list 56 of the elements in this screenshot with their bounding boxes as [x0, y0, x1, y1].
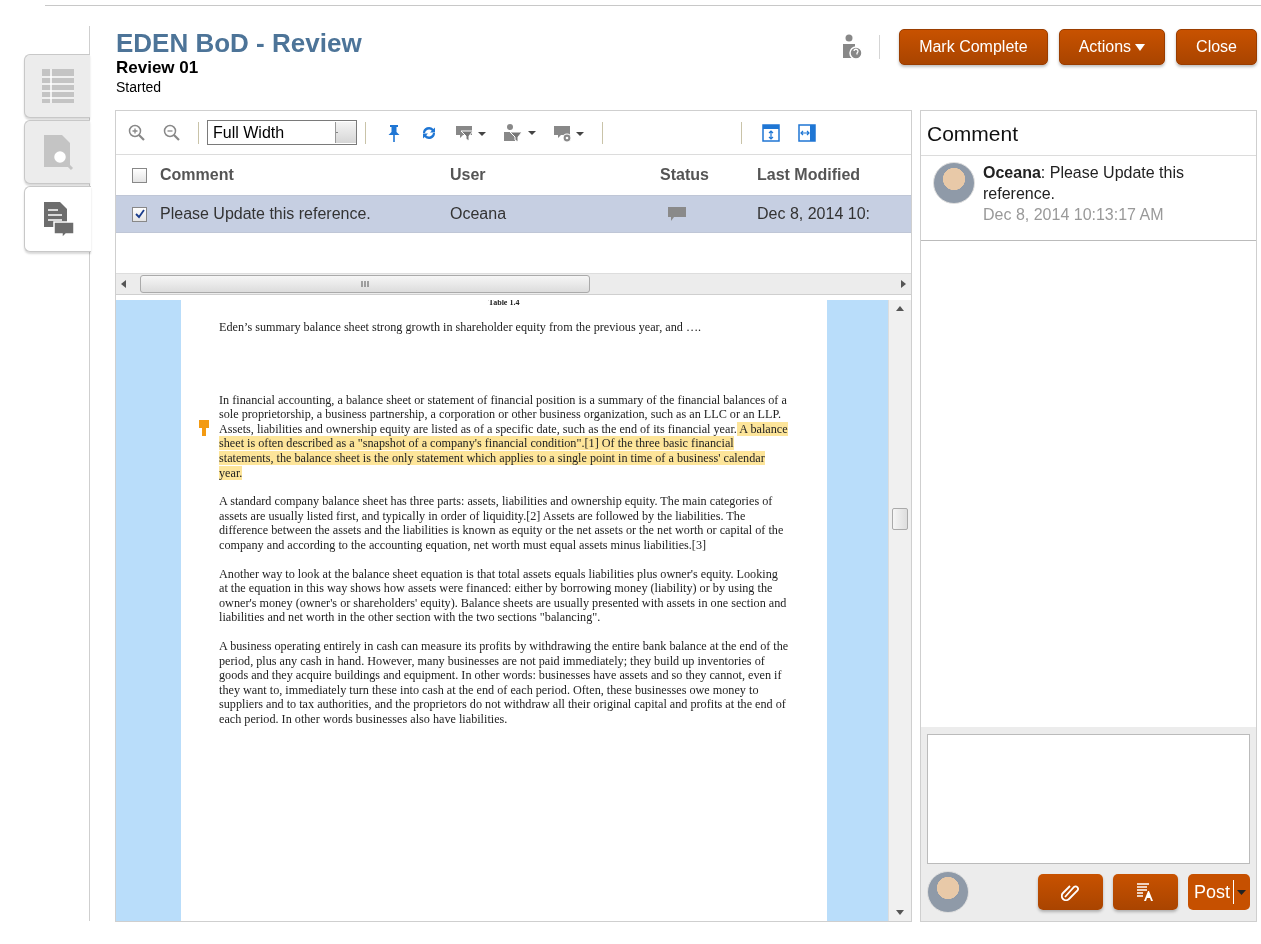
format-text-button[interactable]	[1112, 874, 1178, 910]
table-cell-text: Dec 8, 2014 10:	[757, 205, 871, 223]
attach-button[interactable]	[1037, 874, 1103, 910]
column-header[interactable]: User	[450, 166, 640, 184]
user-filter-icon[interactable]	[504, 123, 536, 142]
column-header[interactable]: Comment	[160, 166, 450, 184]
vertical-scrollbar[interactable]	[888, 300, 911, 921]
column-header[interactable]: Last Modified	[757, 166, 907, 184]
table-cell-text: Oceana	[450, 205, 508, 223]
actions-menu-button[interactable]: Actions	[1058, 29, 1166, 65]
scrollbar-thumb[interactable]	[892, 508, 908, 530]
scrollbar-thumb[interactable]	[140, 275, 590, 293]
pin-icon[interactable]	[386, 123, 402, 142]
comment-input[interactable]	[927, 734, 1250, 864]
panel-title: Comment	[921, 111, 1256, 156]
paperclip-icon	[1061, 883, 1080, 901]
table-caption: Table 1.4	[488, 300, 520, 307]
comment-settings-icon[interactable]	[554, 123, 584, 142]
review-status: Started	[116, 78, 163, 96]
user-help-icon[interactable]	[842, 34, 863, 60]
horizontal-scrollbar[interactable]	[116, 273, 911, 294]
header-button[interactable]: Close	[1176, 29, 1257, 65]
review-name: Review 01	[116, 58, 200, 78]
comment-text: Oceana: Please Update this reference.	[983, 163, 1185, 204]
row-checkbox[interactable]	[132, 206, 147, 222]
header-button[interactable]: Mark Complete	[899, 29, 1048, 65]
select-all-checkbox[interactable]	[132, 167, 147, 183]
comment-status-icon	[668, 207, 686, 221]
table-icon	[39, 67, 76, 105]
grip-icon	[361, 280, 369, 288]
zoom-in-icon[interactable]	[128, 124, 145, 141]
zoom-out-icon[interactable]	[163, 124, 180, 141]
scroll-left-icon[interactable]	[121, 280, 126, 288]
fit-width-icon[interactable]	[798, 123, 816, 142]
post-button[interactable]: Post	[1187, 874, 1250, 910]
comment-row[interactable]: Please Update this reference. Oceana Dec 8, 2014 10:	[116, 195, 911, 233]
scroll-up-icon[interactable]	[896, 306, 904, 311]
document-paragraph: In financial accounting, a balance sheet or statement of financial position is a summary of the financial balances of a sole proprietorship, a business partnership, a corporation or other business organization, such as an LLC or an LLP. Assets, liabilities and ownership equity are listed as of a specific date, such as the end of its financial year. A balance sheet is often described as a "snapshot of a company's financial condition".[1] Of the three basic financial statements, the balance sheet is the only statement which applies to a single point in time of a business' calendar year.	[219, 392, 789, 481]
text-format-icon	[1136, 883, 1155, 901]
check-icon	[134, 209, 145, 219]
document-paragraph: A business operating entirely in cash can measure its profits by withdrawing the entire bank balance at the end of the period, plus any cash in hand. However, many businesses are not paid immediately; they build up inventories of goods and they acquire buildings and equipment. In other words: businesses have assets and so they cannot, even if they want to, immediately turn these into cash at the end of each period. Often, these businesses owe money to suppliers and to tax authorities, and the proprietors do not withdraw all their original capital and profits at the end of each period. In other words businesses also have liabilities.	[219, 638, 789, 727]
column-header[interactable]: Status	[640, 166, 757, 184]
avatar	[927, 871, 969, 913]
comment-filter-icon[interactable]	[456, 123, 486, 142]
comment-time: Dec 8, 2014 10:13:17 AM	[983, 205, 1165, 225]
avatar	[933, 162, 975, 204]
document-paragraph: Eden’s summary balance sheet strong growth in shareholder equity from the previous year, and ….	[219, 320, 703, 335]
table-cell-text: Please Update this reference.	[160, 205, 372, 223]
scroll-right-icon[interactable]	[901, 280, 906, 288]
page-title: EDEN BoD - Review	[116, 28, 362, 58]
fit-height-icon[interactable]	[762, 123, 780, 142]
scroll-down-icon[interactable]	[896, 910, 904, 915]
zoom-dropdown[interactable]: Full Width	[207, 120, 357, 145]
comments-tab[interactable]	[24, 186, 91, 252]
document-paragraph: Another way to look at the balance sheet equation is that total assets equals liabilities plus owner's equity. Looking at the equation in this way shows how assets were financed: either by borrowing money (liability) or by using the owner's money (owner's or shareholders' equity). Balance sheets are usually presented with assets in one section and liabilities and net worth in the other section with the two sections "balancing".	[219, 566, 788, 625]
document-paragraph: A standard company balance sheet has three parts: assets, liabilities and ownership equity. The main categories of assets are usually listed first, and typically in order of liquidity.[2] Assets are followed by the liabilities. The difference between the assets and the liabilities is known as equity or the net assets or the net worth or capital of the company and according to the accounting equation, net worth must equal assets minus liabilities.[3]	[219, 494, 785, 553]
